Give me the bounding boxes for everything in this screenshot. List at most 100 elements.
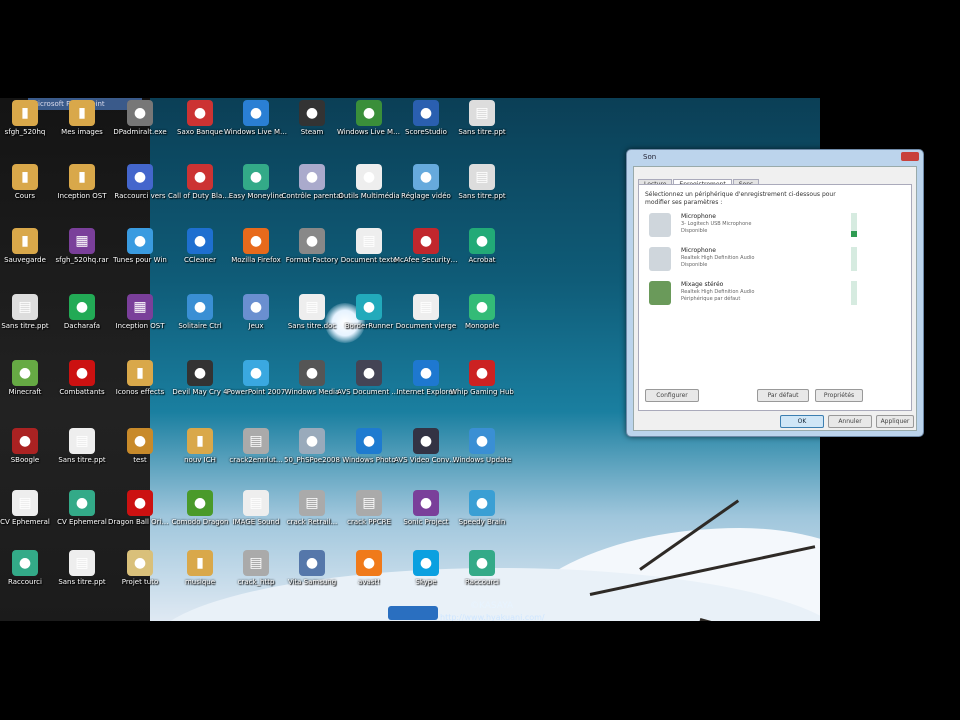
properties-button[interactable]: Propriétés [815,389,863,402]
desktop-icon[interactable]: ▤ Document texte [337,228,401,265]
desktop-icon[interactable]: ▤ Sans titre.ppt [450,164,514,201]
desktop-icon[interactable]: ● McAfee Security Center [394,228,458,265]
desktop-icon[interactable]: ● Whip Gaming Hub [450,360,514,397]
desktop-icon[interactable]: ● Monopole [450,294,514,331]
desktop-icon[interactable]: ● Windows Live Mail [224,100,288,137]
desktop-icon[interactable]: ● Comodo Dragon [168,490,232,527]
instruction-text: Sélectionnez un périphérique d'enregistr… [645,191,836,206]
desktop-icon[interactable]: ● Devil May Cry 4 [168,360,232,397]
desktop-icon[interactable]: ● Solitaire Ctrl [168,294,232,331]
desktop-icon[interactable]: ● test [108,428,172,465]
desktop-icon[interactable]: ● Projet tuto [108,550,172,587]
file-icon: ▤ [12,490,38,516]
desktop-icon[interactable]: ▤ crack_http [224,550,288,587]
desktop-icon[interactable]: ▤ Sans titre.ppt [50,550,114,587]
desktop-icon[interactable]: ● Contrôle parental [280,164,344,201]
desktop-icon[interactable]: ● ScoreStudio [394,100,458,137]
desktop-icon[interactable]: ▤ CV Ephemeral [0,490,57,527]
desktop-icon[interactable]: ● Combattants [50,360,114,397]
close-button[interactable] [901,152,919,161]
device-item[interactable]: Mixage stéréo Realtek High Definition Au… [645,279,905,309]
desktop-icon[interactable]: ● Windows Media [280,360,344,397]
cancel-button[interactable]: Annuler [828,415,872,428]
desktop-icon[interactable]: ● Outils Multimédia [337,164,401,201]
folder-icon: ▮ [12,228,38,254]
desktop-icon[interactable]: ● Raccourci [450,550,514,587]
desktop-icon-label: musique [184,578,216,586]
desktop-icon[interactable]: ● SBoogle [0,428,57,465]
desktop-icon-label: Steam [300,128,324,136]
app-icon: ● [413,360,439,386]
desktop-icon[interactable]: ● AVS Document Converter [337,360,401,397]
app-icon: ● [243,294,269,320]
desktop-icon[interactable]: ● 50_PhSPoe2008 [280,428,344,465]
desktop-icon[interactable]: ● Tunes pour Win [108,228,172,265]
device-item[interactable]: Microphone Realtek High Definition Audio… [645,245,905,275]
desktop-icon[interactable]: ● Sonic Project [394,490,458,527]
desktop-icon[interactable]: ● Windows Update [450,428,514,465]
apply-button[interactable]: Appliquer [876,415,914,428]
desktop-icon[interactable]: ● Steam [280,100,344,137]
desktop-icon[interactable]: ▤ Sans titre.ppt [450,100,514,137]
desktop-icon[interactable]: ● CV Ephemeral [50,490,114,527]
desktop-icon[interactable]: ▮ Sauvegarde [0,228,57,265]
desktop-icon[interactable]: ● Speedy Brain [450,490,514,527]
desktop-icon[interactable]: ● DPadmiralt.exe [108,100,172,137]
desktop-icon[interactable]: ● Windows Photo [337,428,401,465]
desktop-icon[interactable]: ● Saxo Banque [168,100,232,137]
desktop-icon[interactable]: ● avast! [337,550,401,587]
desktop-icon[interactable]: ▮ Iconos effects [108,360,172,397]
desktop-icon[interactable]: ▤ Sans titre.ppt [50,428,114,465]
desktop-icon[interactable]: ● Raccourci vers [108,164,172,201]
desktop-icon[interactable]: ▤ crack PPCRE [337,490,401,527]
desktop-icon[interactable]: ▮ Inception OST [50,164,114,201]
device-state: Disponible [681,228,708,234]
desktop-icon[interactable]: ● Raccourci [0,550,57,587]
desktop-icon[interactable]: ▤ IMAGE Sound [224,490,288,527]
desktop-icon-label: Windows Live Messenger [337,128,401,136]
desktop-icon[interactable]: ● Vita Samsung [280,550,344,587]
desktop-icon[interactable]: ▤ Document vierge [394,294,458,331]
sound-dialog[interactable]: Son LectureEnregistrementSons Sélectionn… [626,149,924,437]
desktop-icon[interactable]: ● BorderRunner [337,294,401,331]
microphone-icon [649,247,671,271]
device-item[interactable]: Microphone 3- Logitech USB Microphone Di… [645,211,905,241]
ok-button[interactable]: OK [780,415,824,428]
desktop-icon[interactable]: ● Jeux [224,294,288,331]
desktop-icon[interactable]: ● Minecraft [0,360,57,397]
configure-button[interactable]: Configurer [645,389,699,402]
desktop-icon-label: Sans titre.ppt [58,456,106,464]
desktop-icon[interactable]: ● Skype [394,550,458,587]
desktop-icon[interactable]: ▮ musique [168,550,232,587]
desktop-icon[interactable]: ▮ nouv ICH [168,428,232,465]
desktop-icon[interactable]: ▮ sfgh_520hq [0,100,57,137]
desktop-icon[interactable]: ▤ crack Retrail... [280,490,344,527]
desktop-icon[interactable]: ● PowerPoint 2007 [224,360,288,397]
app-icon: ● [12,428,38,454]
desktop-icon[interactable]: ● AVS Video Converter [394,428,458,465]
desktop-icon[interactable]: ● Dragon Ball Origins [108,490,172,527]
desktop-icon[interactable]: ● Dacharafa [50,294,114,331]
desktop-icon[interactable]: ● Windows Live Messenger [337,100,401,137]
desktop-icon[interactable]: ▤ Sans titre.doc [280,294,344,331]
desktop-icon[interactable]: ● Format Factory [280,228,344,265]
desktop-icon[interactable]: ▤ crack2emrlut... [224,428,288,465]
desktop-icon[interactable]: ▮ Mes images [50,100,114,137]
desktop-icon[interactable]: ● Internet Explorer [394,360,458,397]
desktop-icon-label: AVS Video Converter [394,456,458,464]
desktop-icon[interactable]: ▤ Sans titre.ppt [0,294,57,331]
desktop-icon-label: BorderRunner [344,322,394,330]
desktop-icon[interactable]: ● Call of Duty Black Ops [168,164,232,201]
desktop-icon[interactable]: ● CCleaner [168,228,232,265]
set-default-button[interactable]: Par défaut [757,389,809,402]
desktop-icon[interactable]: ▦ sfgh_520hq.rar [50,228,114,265]
desktop-icon[interactable]: ▮ Cours [0,164,57,201]
desktop-icon[interactable]: ● Mozilla Firefox [224,228,288,265]
desktop-icon[interactable]: ● Acrobat [450,228,514,265]
app-icon: ● [299,228,325,254]
desktop-icon[interactable]: ● Easy Moneyline [224,164,288,201]
desktop-icon[interactable]: ▦ Inception OST [108,294,172,331]
desktop-icon[interactable]: ● Réglage vidéo [394,164,458,201]
app-icon: ● [413,164,439,190]
app-icon: ● [413,228,439,254]
